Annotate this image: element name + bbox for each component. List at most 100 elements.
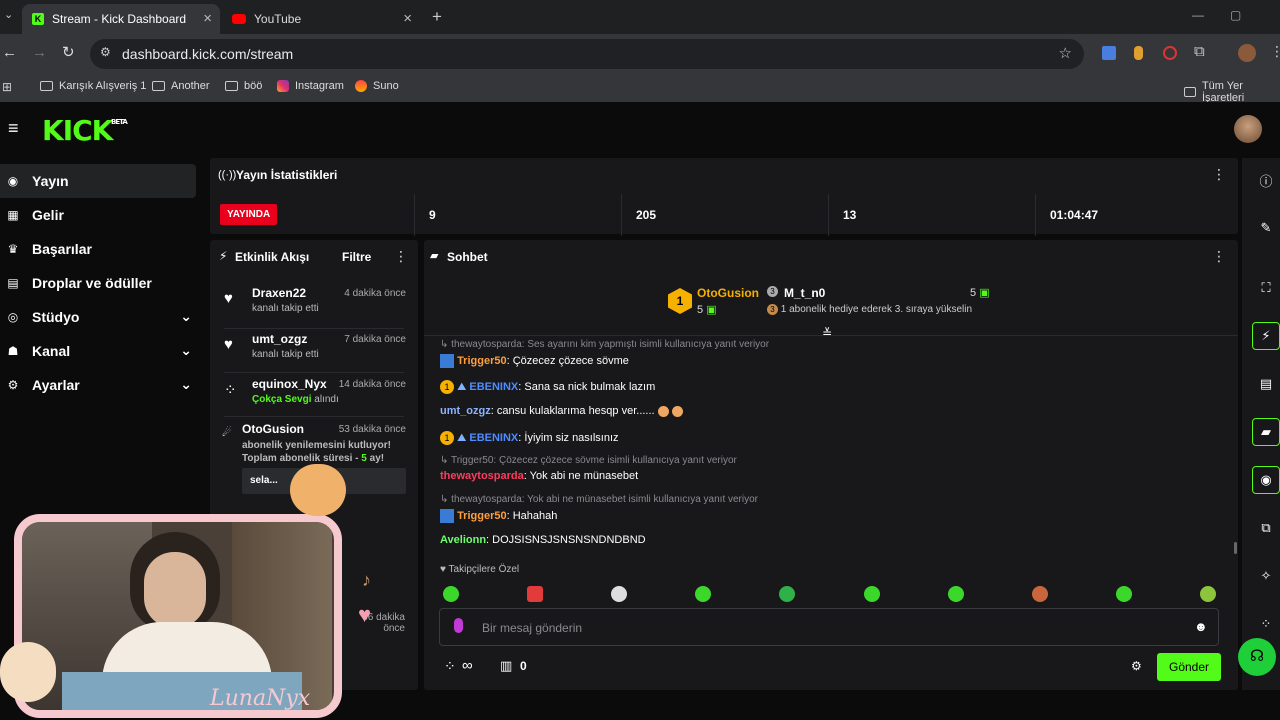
chat-toggle-icon[interactable]: ▰ (1252, 418, 1280, 446)
bookmark-label: Karışık Alışveriş 1 (59, 80, 147, 92)
new-tab-icon[interactable]: + (432, 7, 442, 27)
more-options-icon[interactable]: ⋮ (1212, 166, 1226, 183)
tab-kick-dashboard[interactable]: K Stream - Kick Dashboard × (22, 4, 220, 34)
stream-stats-toggle-icon[interactable]: ◉ (1252, 466, 1280, 494)
bookmark-label: Another (171, 80, 210, 92)
bookmark-star-icon[interactable]: ☆ (1059, 44, 1072, 62)
all-bookmarks[interactable]: Tüm Yer İşaretleri (1184, 80, 1280, 104)
extension-icon[interactable] (1134, 46, 1143, 60)
edit-icon[interactable]: ✎ (1252, 214, 1280, 242)
sidebar-item-gelir[interactable]: ▦ Gelir (0, 198, 200, 232)
back-icon[interactable]: ← (2, 44, 17, 61)
chat-username[interactable]: umt_ozgz (440, 405, 491, 417)
send-button[interactable]: Gönder (1157, 653, 1221, 681)
profile-avatar[interactable] (1238, 44, 1256, 62)
kick-points-icon[interactable]: ⁘ (444, 658, 456, 675)
bookmark-item[interactable]: Karışık Alışveriş 1 (40, 80, 146, 92)
sidebar-item-studyo[interactable]: ◎ Stüdyo ⌄ (0, 300, 200, 334)
emote-icon[interactable] (443, 586, 459, 602)
support-headset-icon[interactable]: ☊ (1238, 638, 1276, 676)
url-text: dashboard.kick.com/stream (122, 46, 294, 62)
extension-icon[interactable] (1163, 46, 1177, 60)
heart-sticker: ♥ (358, 602, 372, 627)
close-tab-icon[interactable]: × (203, 10, 212, 27)
sidebar-item-ayarlar[interactable]: ⚙ Ayarlar ⌄ (0, 368, 200, 402)
bookmarks-bar: ⊞ Karışık Alışveriş 1 Another böö Instag… (0, 74, 1280, 104)
tab-search-icon[interactable]: ⌄ (4, 8, 13, 21)
chat-settings-icon[interactable]: ⚙ (1131, 659, 1142, 673)
emote-icon[interactable] (948, 586, 964, 602)
tools-icon[interactable]: ✧ (1252, 562, 1280, 590)
kick-logo[interactable]: KICK BETA (42, 114, 128, 147)
chat-username[interactable]: Trigger50 (457, 355, 507, 367)
emote-icon[interactable] (864, 586, 880, 602)
chat-text: Çözecez çözece sövme (512, 354, 629, 367)
filter-button[interactable]: Filtre (342, 250, 371, 264)
activity-user[interactable]: equinox_Nyx (252, 377, 327, 391)
sidebar-item-basarilar[interactable]: ♛ Başarılar (0, 232, 200, 266)
chat-message: thewaytosparda: Yok abi ne münasebet (440, 470, 639, 482)
layout-icon[interactable]: ⧉ (1252, 514, 1280, 542)
apps-grid-icon[interactable]: ⊞ (2, 80, 12, 94)
chat-username[interactable]: Avelionn (440, 534, 486, 546)
chat-username[interactable]: EBENINX (469, 381, 518, 393)
info-icon[interactable]: ⓘ (1252, 166, 1280, 194)
gifter-name[interactable]: M_t_n0 (784, 286, 825, 300)
bookmark-item[interactable]: böö (225, 80, 262, 92)
more-options-icon[interactable]: ⋮ (1212, 248, 1226, 265)
bookmark-item[interactable]: Suno (355, 80, 399, 92)
forward-icon[interactable]: → (32, 44, 47, 61)
sidebar-item-yayin[interactable]: ◉ Yayın (0, 164, 196, 198)
store-icon[interactable]: ▥ (500, 658, 512, 674)
reload-icon[interactable]: ↻ (62, 43, 75, 61)
sub-gift-icon: ▣ (706, 304, 717, 316)
activity-feed-toggle-icon[interactable]: ⚡ (1252, 322, 1280, 350)
scrollbar[interactable] (1234, 542, 1237, 554)
emote-icon[interactable] (527, 586, 543, 602)
extensions-puzzle-icon[interactable]: ⧉ (1194, 43, 1205, 60)
microphone-icon[interactable] (454, 618, 463, 633)
activity-user[interactable]: umt_ozgz (252, 332, 307, 346)
activity-user[interactable]: OtoGusion (242, 422, 304, 436)
minimize-icon[interactable]: — (1192, 8, 1204, 22)
activity-user[interactable]: Draxen22 (252, 286, 306, 300)
maximize-icon[interactable]: ▢ (1230, 8, 1241, 22)
emote-icon[interactable] (611, 586, 627, 602)
menu-icon[interactable]: ⋮ (1270, 43, 1280, 60)
chat-username[interactable]: Trigger50 (457, 510, 507, 522)
notes-icon[interactable]: ▤ (1252, 370, 1280, 398)
sidebar-item-kanal[interactable]: ☗ Kanal ⌄ (0, 334, 200, 368)
scan-icon[interactable]: ⛶ (1252, 274, 1280, 302)
activity-text: kanalı takip etti (252, 349, 319, 360)
tab-youtube[interactable]: YouTube × (222, 4, 420, 34)
emoji-picker-icon[interactable]: ☻ (1194, 619, 1208, 634)
kick-points-icon[interactable]: ⁘ (1252, 610, 1280, 638)
translate-extension-icon[interactable] (1102, 46, 1116, 60)
chat-input[interactable]: Bir mesaj gönderin ☻ (439, 608, 1219, 646)
leaderboard-text: 1 abonelik hediye ederek 3. sıraya yükse… (780, 304, 973, 315)
divider (224, 372, 404, 373)
top-gifter-name[interactable]: OtoGusion (697, 286, 759, 300)
chat-message: 1 ⛰ EBENINX: İyiyim siz nasılsınız (440, 431, 619, 445)
gifter-badge-icon: 1 (440, 380, 454, 394)
chat-username[interactable]: thewaytosparda (440, 470, 524, 482)
emote-icon[interactable] (1200, 586, 1216, 602)
kick-dashboard: ≡ KICK BETA ◉ Yayın ▦ Gelir ♛ Başarılar ▤ Dro… (0, 102, 1280, 720)
bookmark-item[interactable]: Instagram (277, 80, 344, 92)
emote-icon[interactable] (1032, 586, 1048, 602)
user-avatar[interactable] (1234, 115, 1262, 143)
emote-icon[interactable] (1116, 586, 1132, 602)
hamburger-menu-icon[interactable]: ≡ (8, 118, 19, 139)
more-options-icon[interactable]: ⋮ (394, 248, 408, 265)
site-settings-icon[interactable]: ⚙ (100, 45, 111, 59)
emote-icon[interactable] (695, 586, 711, 602)
collapse-icon[interactable]: ≚ (822, 326, 832, 340)
sidebar-item-droplar[interactable]: ▤ Droplar ve ödüller (0, 266, 200, 300)
close-tab-icon[interactable]: × (403, 10, 412, 27)
address-bar[interactable]: ⚙ dashboard.kick.com/stream ☆ (90, 39, 1084, 69)
activity-item: ⁘ equinox_Nyx 14 dakika önce Çokça Sevgi… (216, 377, 406, 417)
bookmark-item[interactable]: Another (152, 80, 210, 92)
chat-username[interactable]: EBENINX (469, 432, 518, 444)
moderator-badge-icon (440, 509, 454, 523)
emote-icon[interactable] (779, 586, 795, 602)
